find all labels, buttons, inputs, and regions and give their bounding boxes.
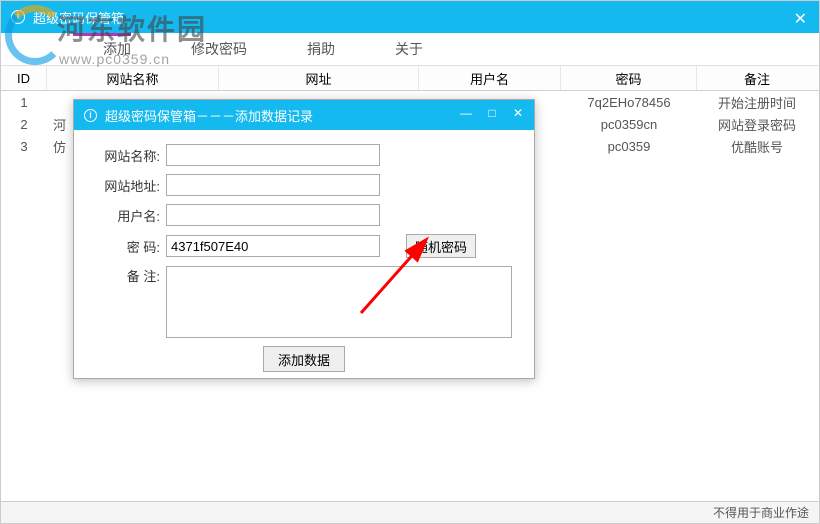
dialog-titlebar[interactable]: i 超级密码保管箱－－－添加数据记录 — □ ✕: [74, 100, 534, 130]
th-note[interactable]: 备注: [697, 66, 817, 90]
status-bar: 不得用于商业作途: [1, 501, 819, 523]
cell-note: 网站登录密码: [697, 113, 817, 135]
menu-change-password[interactable]: 修改密码: [161, 39, 277, 59]
add-data-button[interactable]: 添加数据: [263, 346, 345, 372]
info-icon: i: [11, 10, 25, 24]
label-site-name: 网站名称:: [92, 146, 160, 165]
cell-pass: 7q2EHo78456: [561, 91, 697, 113]
dialog-title: 超级密码保管箱－－－添加数据记录: [105, 106, 313, 125]
label-note: 备 注:: [92, 266, 160, 285]
add-record-dialog: i 超级密码保管箱－－－添加数据记录 — □ ✕ 网站名称: 网站地址: 用户名…: [73, 99, 535, 379]
main-titlebar: i 超级密码保管箱 ✕: [1, 1, 819, 33]
th-name[interactable]: 网站名称: [47, 66, 219, 90]
cell-note: 优酷账号: [697, 135, 817, 157]
cell-id: 2: [1, 113, 47, 135]
close-icon[interactable]: ✕: [510, 106, 526, 120]
info-icon: i: [84, 109, 97, 122]
label-site-url: 网站地址:: [92, 176, 160, 195]
th-url[interactable]: 网址: [219, 66, 419, 90]
footer-text: 不得用于商业作途: [713, 506, 809, 520]
input-username[interactable]: [166, 204, 380, 226]
main-title: 超级密码保管箱: [33, 8, 124, 27]
cell-id: 1: [1, 91, 47, 113]
menu-active-indicator: [73, 33, 131, 36]
cell-pass: pc0359cn: [561, 113, 697, 135]
th-pass[interactable]: 密码: [561, 66, 697, 90]
th-id[interactable]: ID: [1, 66, 47, 90]
maximize-icon[interactable]: □: [484, 106, 500, 120]
th-user[interactable]: 用户名: [419, 66, 561, 90]
label-password: 密 码:: [92, 237, 160, 256]
cell-pass: pc0359: [561, 135, 697, 157]
dialog-body: 网站名称: 网站地址: 用户名: 密 码: 随机密码 备 注: 添加数据: [74, 130, 534, 382]
input-note[interactable]: [166, 266, 512, 338]
cell-id: 3: [1, 135, 47, 157]
input-password[interactable]: [166, 235, 380, 257]
menubar: 添加 修改密码 捐助 关于: [1, 33, 819, 65]
menu-donate[interactable]: 捐助: [277, 39, 365, 59]
menu-add[interactable]: 添加: [73, 39, 161, 59]
table-header: ID 网站名称 网址 用户名 密码 备注: [1, 65, 819, 91]
close-icon[interactable]: ✕: [794, 9, 807, 29]
random-password-button[interactable]: 随机密码: [406, 234, 476, 258]
minimize-icon[interactable]: —: [458, 106, 474, 120]
input-site-name[interactable]: [166, 144, 380, 166]
input-site-url[interactable]: [166, 174, 380, 196]
label-username: 用户名:: [92, 206, 160, 225]
cell-note: 开始注册时间: [697, 91, 817, 113]
menu-about[interactable]: 关于: [365, 39, 453, 59]
